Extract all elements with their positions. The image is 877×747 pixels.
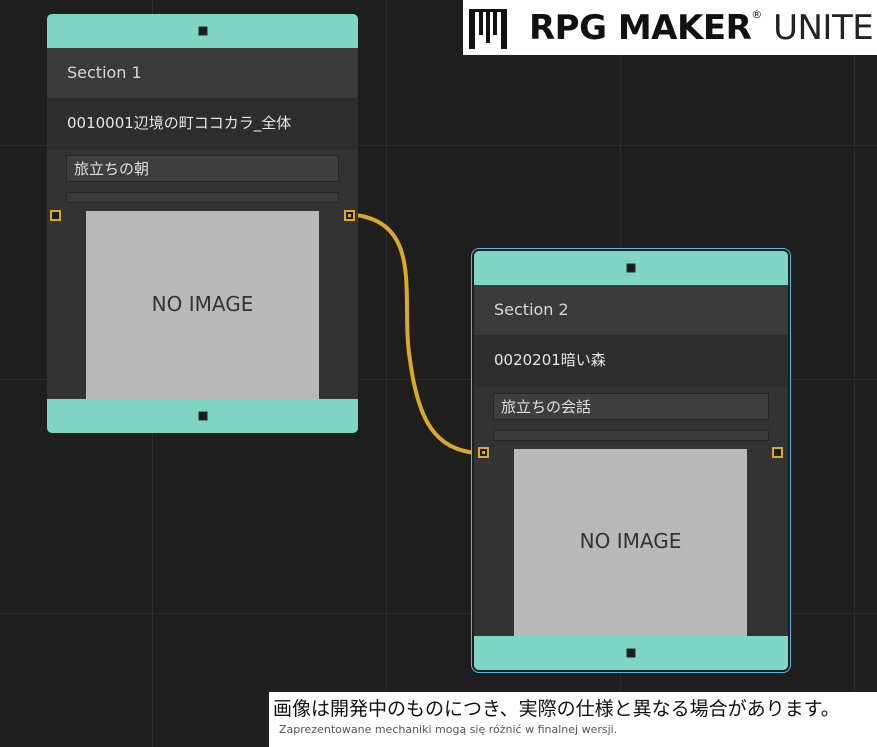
disclaimer-caption: 画像は開発中のものにつき、実際の仕様と異なる場合があります。 Zaprezent… (269, 692, 877, 747)
event-name-field[interactable]: 旅立ちの朝 (66, 155, 339, 182)
rpg-maker-unite-logo: RPG MAKER® UNITE (463, 0, 877, 55)
event-bar (66, 192, 339, 203)
logo-product: UNITE (773, 7, 874, 48)
node-bottom-bar (474, 636, 788, 670)
logo-mark-icon (469, 8, 507, 49)
map-name: 0020201暗い森 (474, 335, 788, 387)
disclaimer-japanese: 画像は開発中のものにつき、実際の仕様と異なる場合があります。 (273, 698, 840, 720)
input-port-top[interactable] (626, 263, 636, 273)
section-image-placeholder: NO IMAGE (86, 211, 319, 399)
input-port-top[interactable] (198, 26, 207, 36)
output-port-bottom[interactable] (626, 648, 636, 658)
section-title: Section 2 (474, 285, 788, 335)
event-name-field[interactable]: 旅立ちの会話 (493, 393, 769, 420)
node-bottom-bar (47, 399, 358, 433)
section-image-placeholder: NO IMAGE (514, 449, 747, 636)
node-top-bar (47, 14, 358, 48)
logo-brand: RPG MAKER (529, 7, 752, 48)
output-port-bottom[interactable] (198, 411, 207, 421)
right-port-node-2[interactable] (772, 447, 783, 458)
right-port-node-1[interactable] (344, 210, 355, 221)
section-node-1[interactable]: Section 1 0010001辺境の町ココカラ_全体 旅立ちの朝 NO IM… (47, 14, 358, 433)
event-bar (493, 430, 769, 441)
node-top-bar (474, 251, 788, 285)
left-port-node-1[interactable] (50, 210, 61, 221)
map-name: 0010001辺境の町ココカラ_全体 (47, 98, 358, 150)
left-port-node-2[interactable] (478, 447, 489, 458)
section-title: Section 1 (47, 48, 358, 98)
disclaimer-polish: Zaprezentowane mechaniki mogą się różnić… (279, 723, 618, 736)
section-node-2[interactable]: Section 2 0020201暗い森 旅立ちの会話 NO IMAGE (474, 251, 788, 670)
logo-text: RPG MAKER® UNITE (529, 7, 874, 48)
